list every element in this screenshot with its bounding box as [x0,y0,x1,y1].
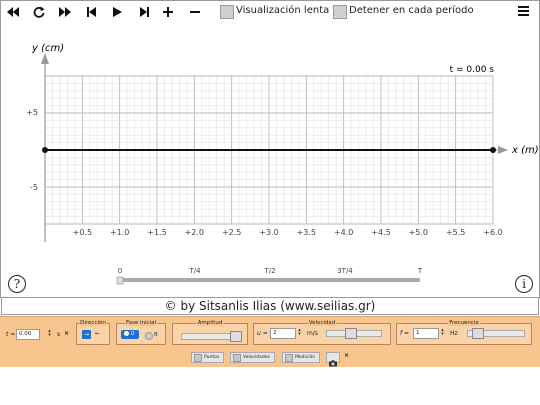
menu-icon[interactable] [518,6,529,16]
phase-zero-label: 0 [131,331,135,337]
velocities-button[interactable]: Velocidades [230,352,275,363]
initial-phase-group: Fase inicial 0 π [116,320,166,345]
frequency-slider[interactable] [467,328,525,339]
frequency-group: Frecuencia f = 1 ▴ ▾ Hz [396,320,532,345]
help-button[interactable]: ? [8,275,26,293]
phase-pi-radio[interactable] [145,332,153,340]
amplitude-title: Amplitud [196,320,224,326]
measurement-button[interactable]: Medición [282,352,321,363]
close-icon[interactable]: × [344,352,349,359]
zoom-out-icon[interactable] [189,3,201,21]
info-button[interactable]: i [515,275,533,293]
frequency-spinner[interactable]: ▴ ▾ [440,328,445,337]
step-forward-icon[interactable] [138,3,150,21]
velocity-unit: m/s [307,330,318,337]
time-slider-thumb[interactable] [116,276,124,285]
x-tick-label: +4.5 [371,228,390,237]
frequency-slider-thumb[interactable] [472,328,484,339]
x-tick-label: +2.5 [222,228,241,237]
velocity-slider[interactable] [326,328,382,339]
camera-icon [329,360,337,367]
velocity-slider-thumb[interactable] [345,328,357,339]
time-input[interactable]: 0.00 [16,329,40,340]
x-tick-label: +1.0 [110,228,129,237]
x-tick-label: +4.0 [334,228,353,237]
velocity-title: Velocidad [307,320,337,326]
x-axis-label: x (m) [511,145,539,156]
toolbar: Visualización lenta Detener en cada perí… [0,0,540,24]
direction-right-button[interactable]: → [82,330,91,339]
time-slider-tick-label: T/4 [188,267,201,275]
play-icon[interactable] [111,3,123,21]
time-readout: t = 0.00 s [450,65,495,75]
string-start-point [42,147,48,153]
points-button[interactable]: Puntos [191,352,225,363]
initial-phase-title: Fase inicial [124,320,158,326]
time-label: t = [6,331,16,338]
velocity-spinner[interactable]: ▴ ▾ [297,328,302,337]
stop-each-period-label: Detener en cada período [349,5,474,16]
frequency-title: Frecuencia [448,320,480,326]
zoom-in-icon[interactable] [162,3,174,21]
frequency-unit: Hz [450,330,458,337]
slow-motion-label: Visualización lenta [236,5,330,16]
amplitude-slider[interactable] [181,331,242,342]
wave-plot: y (cm) x (m) t = 0.00 s +5 -5 +0.5 +1.0 +1… [26,43,539,285]
reset-icon[interactable] [32,3,46,21]
time-slider-tick-label: T/2 [263,267,275,275]
stop-each-period-checkbox[interactable] [333,5,347,19]
x-tick-label: +5.5 [446,228,465,237]
y-tick-label: +5 [26,108,38,117]
camera-button[interactable] [326,352,340,367]
x-axis-arrow [498,146,508,154]
time-unit: s [57,331,61,338]
direction-left-button[interactable]: ← [95,330,100,337]
fast-forward-icon[interactable] [58,3,72,21]
step-back-icon[interactable] [85,3,97,21]
slow-motion-checkbox[interactable] [220,5,234,19]
frequency-label: f = [400,330,410,337]
direction-group: Dirección → ← [76,320,110,345]
time-slider[interactable] [116,276,420,285]
x-tick-label: +5.0 [409,228,428,237]
amplitude-group: Amplitud [172,320,248,345]
control-panel: t = 0.00 ▴ ▾ s × Dirección → ← Fase inici… [0,316,540,367]
time-spinner[interactable]: ▴ ▾ [47,329,52,338]
y-axis-arrow [41,53,49,64]
x-tick-label: +2.0 [185,228,204,237]
time-clear-icon[interactable]: × [64,330,69,337]
x-tick-label: +1.5 [147,228,166,237]
credit-text: © by Sitsanlis Ilias (www.seilias.gr) [1,297,539,315]
phase-pi-label: π [154,331,158,338]
phase-zero-toggle[interactable]: 0 [121,330,139,339]
time-slider-tick-label: T [417,267,423,275]
direction-title: Dirección [79,320,107,326]
frequency-input[interactable]: 1 [413,328,439,339]
velocity-input[interactable]: 2 [270,328,296,339]
x-tick-label: +3.5 [297,228,316,237]
y-tick-label: -5 [30,183,38,192]
velocity-group: Velocidad u = 2 ▴ ▾ m/s [253,320,391,345]
x-tick-label: +0.5 [73,228,92,237]
string-end-point [490,147,496,153]
x-tick-label: +6.0 [483,228,502,237]
time-slider-tick-label: 0 [118,267,122,275]
velocity-label: u = [257,330,268,337]
rewind-icon[interactable] [6,3,20,21]
y-axis-label: y (cm) [31,43,64,54]
amplitude-slider-thumb[interactable] [230,331,242,342]
x-tick-label: +3.0 [259,228,278,237]
time-slider-tick-label: 3T/4 [337,267,353,275]
